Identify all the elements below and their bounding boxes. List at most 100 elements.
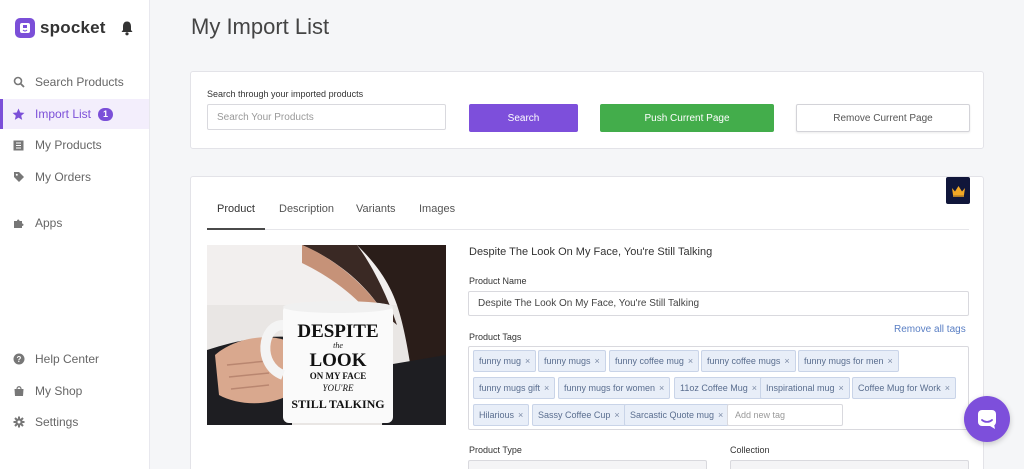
tag-chip: 11oz Coffee Mug × — [674, 377, 763, 399]
sidebar-item-search-products[interactable]: Search Products — [0, 67, 149, 97]
sidebar-item-label: Search Products — [35, 75, 124, 89]
collection-select[interactable] — [730, 460, 969, 469]
search-button[interactable]: Search — [469, 104, 578, 132]
sidebar-item-label: Settings — [35, 415, 79, 429]
mug-text-line: the — [333, 341, 343, 350]
tag-chip: funny mugs gift × — [473, 377, 556, 399]
search-panel: Search through your imported products Se… — [190, 71, 984, 149]
remove-tag-icon[interactable]: × — [839, 383, 844, 393]
remove-tag-icon[interactable]: × — [752, 383, 757, 393]
product-tabs: Product Description Variants Images — [207, 203, 969, 230]
puzzle-icon — [12, 217, 25, 230]
tag-chip: funny mugs for men × — [798, 350, 899, 372]
brand-logo[interactable]: spocket — [15, 18, 106, 38]
remove-tag-icon[interactable]: × — [784, 356, 789, 366]
collection-label: Collection — [730, 445, 770, 455]
remove-tag-icon[interactable]: × — [525, 356, 530, 366]
remove-tag-icon[interactable]: × — [614, 410, 619, 420]
tag-label: funny mugs for men — [804, 356, 884, 366]
spocket-logo-icon — [15, 18, 35, 38]
product-type-select[interactable] — [468, 460, 707, 469]
remove-tag-icon[interactable]: × — [544, 383, 549, 393]
search-icon — [12, 76, 25, 89]
mug-text-line: LOOK — [309, 350, 366, 371]
tag-label: Coffee Mug for Work — [858, 383, 941, 393]
product-tags-label: Product Tags — [469, 332, 522, 342]
tag-chip: funny mug × — [473, 350, 537, 372]
tag-chip: Sarcastic Quote mug × — [624, 404, 730, 426]
remove-tag-icon[interactable]: × — [718, 410, 723, 420]
add-tag-input[interactable] — [727, 404, 843, 426]
tag-chip: Hilarious × — [473, 404, 530, 426]
tag-label: Inspirational mug — [766, 383, 835, 393]
search-input[interactable] — [207, 104, 446, 130]
tab-description[interactable]: Description — [279, 203, 334, 230]
sidebar-item-label: Help Center — [35, 352, 100, 366]
sidebar: spocket Search Products Import List 1 My… — [0, 0, 150, 469]
page-title: My Import List — [191, 14, 330, 39]
mug-text-line: DESPITE — [297, 321, 378, 342]
chat-launcher-button[interactable] — [964, 396, 1010, 442]
sidebar-item-label: Apps — [35, 216, 63, 230]
product-type-label: Product Type — [469, 445, 522, 455]
svg-text:?: ? — [16, 355, 21, 364]
tag-chip: Inspirational mug × — [760, 377, 850, 399]
tab-variants[interactable]: Variants — [356, 203, 396, 230]
tags-box: funny mug × funny mugs × funny coffee mug ×… — [468, 346, 969, 430]
sidebar-item-settings[interactable]: Settings — [0, 407, 149, 437]
tag-label: Sassy Coffee Cup — [538, 410, 611, 420]
tag-label: Hilarious — [479, 410, 515, 420]
tag-label: Sarcastic Quote mug — [630, 410, 715, 420]
crown-icon[interactable] — [946, 177, 970, 204]
tag-label: funny mug — [479, 356, 522, 366]
bell-icon[interactable] — [119, 20, 135, 36]
product-image: DESPITE the LOOK ON MY FACE YOU'RE STILL… — [207, 245, 446, 425]
tag-chip: Coffee Mug for Work × — [852, 377, 956, 399]
product-name-field[interactable] — [468, 291, 969, 316]
tag-label: funny mugs for women — [564, 383, 656, 393]
help-icon: ? — [12, 353, 25, 366]
remove-tag-icon[interactable]: × — [945, 383, 950, 393]
mug-text-line: ON MY FACE — [310, 371, 367, 381]
sidebar-item-label: Import List — [35, 107, 92, 121]
tag-chip: funny mugs for women × — [558, 377, 671, 399]
tag-label: funny mugs — [544, 356, 591, 366]
sidebar-item-import-list[interactable]: Import List 1 — [0, 99, 149, 129]
sidebar-item-help-center[interactable]: ? Help Center — [0, 344, 149, 374]
tag-label: funny coffee mugs — [707, 356, 781, 366]
remove-tag-icon[interactable]: × — [688, 356, 693, 366]
remove-current-page-button[interactable]: Remove Current Page — [796, 104, 970, 132]
tag-label: funny coffee mug — [615, 356, 684, 366]
remove-all-tags-link[interactable]: Remove all tags — [894, 324, 966, 335]
tag-chip: Sassy Coffee Cup × — [532, 404, 626, 426]
sidebar-item-my-products[interactable]: My Products — [0, 130, 149, 160]
tag-chip: funny mugs × — [538, 350, 606, 372]
product-heading: Despite The Look On My Face, You're Stil… — [469, 246, 713, 258]
shop-icon — [12, 385, 25, 398]
remove-tag-icon[interactable]: × — [659, 383, 664, 393]
sidebar-item-my-orders[interactable]: My Orders — [0, 162, 149, 192]
product-name-label: Product Name — [469, 276, 527, 286]
chat-icon — [978, 410, 996, 429]
search-label: Search through your imported products — [207, 89, 364, 99]
sidebar-item-apps[interactable]: Apps — [0, 208, 149, 238]
sidebar-item-my-shop[interactable]: My Shop — [0, 376, 149, 406]
remove-tag-icon[interactable]: × — [518, 410, 523, 420]
mug-text-line: STILL TALKING — [291, 397, 384, 411]
sidebar-item-label: My Shop — [35, 384, 83, 398]
brand-name: spocket — [40, 18, 106, 37]
remove-tag-icon[interactable]: × — [595, 356, 600, 366]
tag-label: 11oz Coffee Mug — [680, 383, 748, 393]
sidebar-item-label: My Products — [35, 138, 102, 152]
list-icon — [12, 139, 25, 152]
gear-icon — [12, 416, 25, 429]
product-card: Product Description Variants Images DESP… — [190, 176, 984, 469]
tab-product[interactable]: Product — [207, 203, 265, 230]
sidebar-item-label: My Orders — [35, 170, 92, 184]
push-current-page-button[interactable]: Push Current Page — [600, 104, 774, 132]
count-badge: 1 — [98, 107, 114, 121]
tab-images[interactable]: Images — [419, 203, 455, 230]
tag-chip: funny coffee mug × — [609, 350, 700, 372]
star-icon — [12, 108, 25, 121]
remove-tag-icon[interactable]: × — [888, 356, 893, 366]
